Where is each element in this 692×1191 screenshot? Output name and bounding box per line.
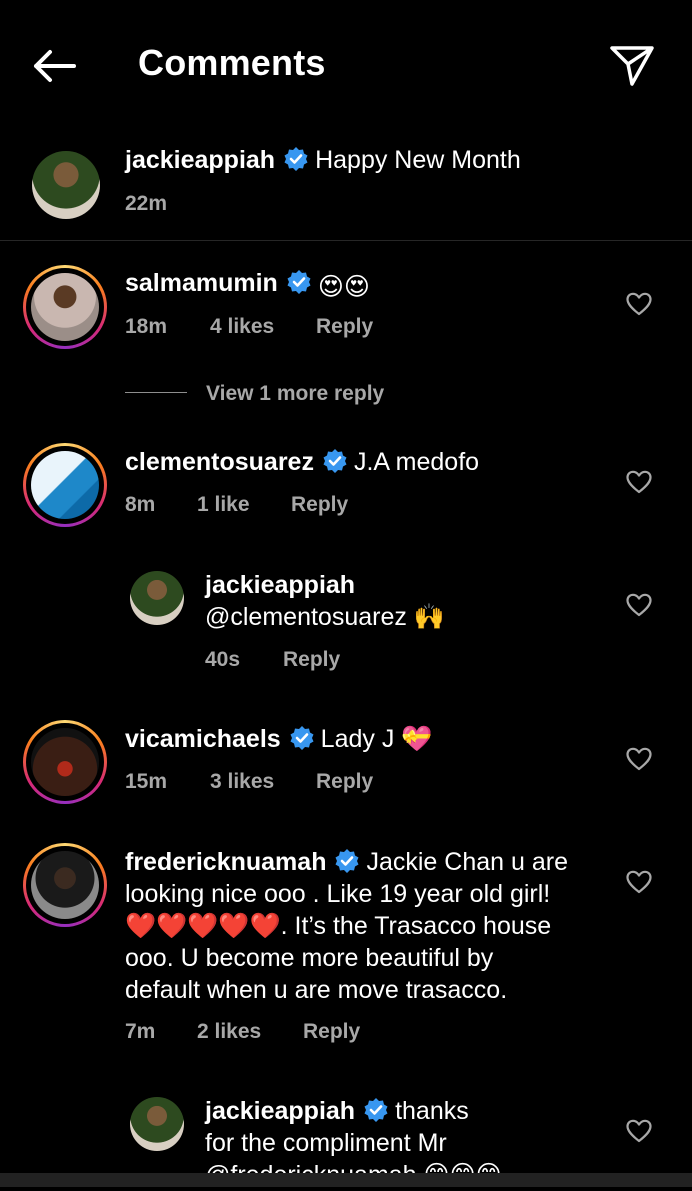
verified-badge-icon (290, 726, 314, 750)
verified-badge-icon (284, 147, 308, 171)
reply-button[interactable]: Reply (283, 648, 340, 672)
comment-body: @clementosuarez 🙌 (205, 603, 445, 631)
caption-text: Happy New Month (315, 146, 521, 174)
avatar[interactable] (31, 728, 99, 796)
username[interactable]: vicamichaels (125, 725, 281, 753)
username[interactable]: fredericknuamah (125, 848, 326, 876)
username[interactable]: jackieappiah (205, 1097, 355, 1125)
username[interactable]: jackieappiah (205, 569, 355, 601)
comment-body-line: ❤️❤️❤️❤️❤️. It’s the Trasacco house (125, 912, 552, 940)
verified-badge-icon (287, 270, 311, 294)
verified-badge-icon (335, 849, 359, 873)
comment-body-line: ooo. U become more beautiful by (125, 944, 494, 972)
avatar[interactable] (130, 571, 184, 625)
reply-button[interactable]: Reply (316, 770, 373, 794)
avatar[interactable] (130, 1097, 184, 1151)
comment-text: clementosuarez J.A medofo (125, 446, 479, 478)
reply-button[interactable]: Reply (291, 493, 348, 517)
paper-plane-icon[interactable] (608, 42, 656, 88)
like-heart-icon[interactable] (626, 747, 652, 771)
comment-text: fredericknuamah Jackie Chan u are (125, 846, 568, 878)
view-replies-line (125, 392, 187, 393)
verified-badge-icon (323, 449, 347, 473)
bottom-bar (0, 1173, 692, 1187)
comment-text: salmamumin 😍😍 (125, 267, 370, 303)
like-heart-icon[interactable] (626, 1119, 652, 1143)
comment-body-line: looking nice ooo . Like 19 year old girl… (125, 880, 551, 908)
comment-time: 8m (125, 493, 156, 516)
view-more-replies[interactable]: View 1 more reply (206, 382, 384, 406)
reply-button[interactable]: Reply (303, 1020, 360, 1044)
comment-text: vicamichaels Lady J 💝 (125, 723, 432, 755)
like-heart-icon[interactable] (626, 292, 652, 316)
avatar[interactable] (31, 451, 99, 519)
comment-body-line: default when u are move trasacco. (125, 976, 508, 1004)
like-heart-icon[interactable] (626, 870, 652, 894)
like-count[interactable]: 1 like (197, 493, 250, 517)
comment-body-line: Jackie Chan u are (366, 848, 568, 876)
like-count[interactable]: 2 likes (197, 1020, 261, 1044)
comment-body: Lady J 💝 (320, 725, 433, 753)
back-arrow-icon[interactable] (30, 46, 78, 86)
divider (0, 240, 692, 241)
comment-time: 7m (125, 1020, 156, 1043)
username[interactable]: clementosuarez (125, 448, 314, 476)
like-count[interactable]: 4 likes (210, 315, 274, 339)
post-time: 22m (125, 192, 168, 215)
page-title: Comments (138, 42, 326, 83)
verified-badge-icon (364, 1098, 388, 1122)
comment-body-line: thanks (395, 1097, 469, 1125)
comment-time: 40s (205, 648, 241, 671)
username[interactable]: salmamumin (125, 269, 278, 297)
comment-text: jackieappiah thanks (205, 1095, 469, 1127)
comment-time: 18m (125, 315, 168, 338)
comment-time: 15m (125, 770, 168, 793)
like-heart-icon[interactable] (626, 593, 652, 617)
post-caption: jackieappiah Happy New Month (125, 144, 521, 176)
like-heart-icon[interactable] (626, 470, 652, 494)
heart-eyes-emoji: 😍😍 (317, 273, 370, 301)
reply-button[interactable]: Reply (316, 315, 373, 339)
comment-body-line: for the compliment Mr (205, 1129, 447, 1157)
like-count[interactable]: 3 likes (210, 770, 274, 794)
comment-body: J.A medofo (353, 448, 480, 476)
avatar[interactable] (32, 151, 100, 219)
username[interactable]: jackieappiah (125, 146, 275, 174)
avatar[interactable] (31, 851, 99, 919)
avatar[interactable] (31, 273, 99, 341)
